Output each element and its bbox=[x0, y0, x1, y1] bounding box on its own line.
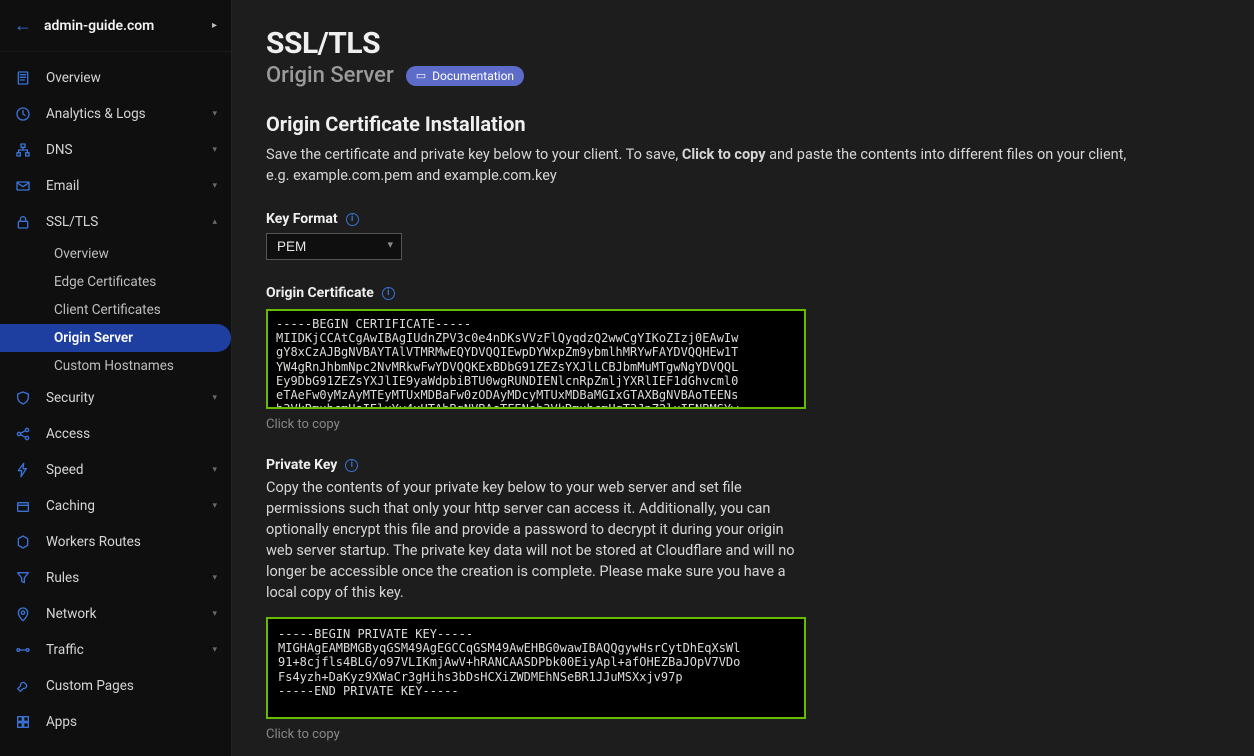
save-description: Save the certificate and private key bel… bbox=[266, 144, 1146, 186]
sidebar-item-speed[interactable]: Speed▾ bbox=[0, 452, 231, 488]
private-key-description: Copy the contents of your private key be… bbox=[266, 477, 806, 603]
sidebar-item-label: Security bbox=[46, 390, 212, 406]
key-click-to-copy[interactable]: Click to copy bbox=[266, 727, 1220, 742]
sidebar: ← admin-guide.com ▸ Overview Analytics & … bbox=[0, 0, 232, 756]
main-content: SSL/TLS Origin Server ▭ Documentation Or… bbox=[232, 0, 1254, 756]
hex-icon bbox=[14, 533, 32, 551]
funnel-icon bbox=[14, 569, 32, 587]
sidebar-item-label: Speed bbox=[46, 462, 212, 478]
sidebar-item-apps[interactable]: Apps bbox=[0, 704, 231, 740]
sidebar-item-rules[interactable]: Rules▾ bbox=[0, 560, 231, 596]
sidebar-item-traffic[interactable]: Traffic▾ bbox=[0, 632, 231, 668]
key-format-label: Key Format i bbox=[266, 211, 359, 227]
info-icon[interactable]: i bbox=[346, 213, 359, 226]
tool-icon bbox=[14, 677, 32, 695]
sidebar-item-label: Analytics & Logs bbox=[46, 106, 212, 122]
sidebar-item-security[interactable]: Security▾ bbox=[0, 380, 231, 416]
chevron-down-icon: ▾ bbox=[212, 181, 217, 191]
origin-cert-label: Origin Certificate i bbox=[266, 285, 395, 301]
traffic-icon bbox=[14, 641, 32, 659]
sidebar-item-custom-pages[interactable]: Custom Pages bbox=[0, 668, 231, 704]
chevron-down-icon: ▾ bbox=[212, 573, 217, 583]
chevron-down-icon: ▾ bbox=[212, 465, 217, 475]
private-key-field: Private Key i Copy the contents of your … bbox=[266, 454, 1220, 742]
clock-icon bbox=[14, 105, 32, 123]
documentation-pill[interactable]: ▭ Documentation bbox=[406, 66, 524, 86]
sidebar-item-network[interactable]: Network▾ bbox=[0, 596, 231, 632]
lock-icon bbox=[14, 213, 32, 231]
sidebar-item-ssl-tls[interactable]: SSL/TLS▴ bbox=[0, 204, 231, 240]
sidebar-nav: OverviewAnalytics & Logs▾DNS▾Email▾SSL/T… bbox=[0, 52, 231, 756]
sidebar-item-workers-routes[interactable]: Workers Routes bbox=[0, 524, 231, 560]
chevron-down-icon: ▾ bbox=[212, 645, 217, 655]
chevron-up-icon: ▴ bbox=[212, 217, 217, 227]
sidebar-item-label: Email bbox=[46, 178, 212, 194]
sidebar-item-label: Apps bbox=[46, 714, 217, 730]
sidebar-submenu-ssl: OverviewEdge CertificatesClient Certific… bbox=[0, 240, 231, 380]
sidebar-item-caching[interactable]: Caching▾ bbox=[0, 488, 231, 524]
mail-icon bbox=[14, 177, 32, 195]
caret-right-icon[interactable]: ▸ bbox=[212, 20, 217, 31]
sidebar-subitem-edge-certificates[interactable]: Edge Certificates bbox=[0, 268, 231, 296]
origin-cert-textarea[interactable]: -----BEGIN CERTIFICATE----- MIIDKjCCAtCg… bbox=[266, 309, 806, 409]
sidebar-item-label: DNS bbox=[46, 142, 212, 158]
sidebar-item-label: Workers Routes bbox=[46, 534, 217, 550]
key-format-select[interactable]: PEM bbox=[266, 233, 402, 260]
info-icon[interactable]: i bbox=[345, 459, 358, 472]
documentation-label: Documentation bbox=[432, 69, 514, 83]
private-key-textarea[interactable]: -----BEGIN PRIVATE KEY----- MIGHAgEAMBMG… bbox=[266, 617, 806, 719]
pin-icon bbox=[14, 605, 32, 623]
sidebar-item-label: Network bbox=[46, 606, 212, 622]
doc-icon bbox=[14, 69, 32, 87]
site-domain[interactable]: admin-guide.com bbox=[44, 18, 206, 34]
chevron-down-icon: ▾ bbox=[212, 609, 217, 619]
info-icon[interactable]: i bbox=[382, 287, 395, 300]
sidebar-item-label: Rules bbox=[46, 570, 212, 586]
sidebar-item-analytics-logs[interactable]: Analytics & Logs▾ bbox=[0, 96, 231, 132]
key-format-field: Key Format i PEM bbox=[266, 208, 1220, 260]
sidebar-item-dns[interactable]: DNS▾ bbox=[0, 132, 231, 168]
sidebar-item-label: Caching bbox=[46, 498, 212, 514]
chevron-down-icon: ▾ bbox=[212, 145, 217, 155]
section-heading: Origin Certificate Installation bbox=[266, 112, 1220, 136]
origin-cert-field: Origin Certificate i -----BEGIN CERTIFIC… bbox=[266, 282, 1220, 432]
sidebar-item-label: Access bbox=[46, 426, 217, 442]
page-title: SSL/TLS bbox=[266, 26, 1220, 61]
private-key-label: Private Key i bbox=[266, 457, 358, 473]
book-icon: ▭ bbox=[416, 69, 426, 82]
sidebar-item-label: Overview bbox=[46, 70, 217, 86]
sidebar-subitem-client-certificates[interactable]: Client Certificates bbox=[0, 296, 231, 324]
chevron-down-icon: ▾ bbox=[212, 501, 217, 511]
cert-click-to-copy[interactable]: Click to copy bbox=[266, 417, 1220, 432]
sidebar-item-label: Custom Pages bbox=[46, 678, 217, 694]
sidebar-item-label: SSL/TLS bbox=[46, 214, 212, 230]
sidebar-item-access[interactable]: Access bbox=[0, 416, 231, 452]
site-header: ← admin-guide.com ▸ bbox=[0, 0, 231, 52]
sidebar-item-label: Traffic bbox=[46, 642, 212, 658]
page-subtitle: Origin Server bbox=[266, 63, 394, 88]
bolt-icon bbox=[14, 461, 32, 479]
sidebar-item-overview[interactable]: Overview bbox=[0, 60, 231, 96]
sidebar-subitem-custom-hostnames[interactable]: Custom Hostnames bbox=[0, 352, 231, 380]
subtitle-row: Origin Server ▭ Documentation bbox=[266, 63, 1220, 88]
box-icon bbox=[14, 497, 32, 515]
chevron-down-icon: ▾ bbox=[212, 109, 217, 119]
back-arrow-icon[interactable]: ← bbox=[14, 15, 32, 36]
share-icon bbox=[14, 425, 32, 443]
sidebar-subitem-overview[interactable]: Overview bbox=[0, 240, 231, 268]
chevron-down-icon: ▾ bbox=[212, 393, 217, 403]
tree-icon bbox=[14, 141, 32, 159]
grid-icon bbox=[14, 713, 32, 731]
sidebar-subitem-origin-server[interactable]: Origin Server bbox=[0, 324, 231, 352]
sidebar-item-email[interactable]: Email▾ bbox=[0, 168, 231, 204]
shield-icon bbox=[14, 389, 32, 407]
key-format-select-wrap: PEM bbox=[266, 233, 402, 260]
